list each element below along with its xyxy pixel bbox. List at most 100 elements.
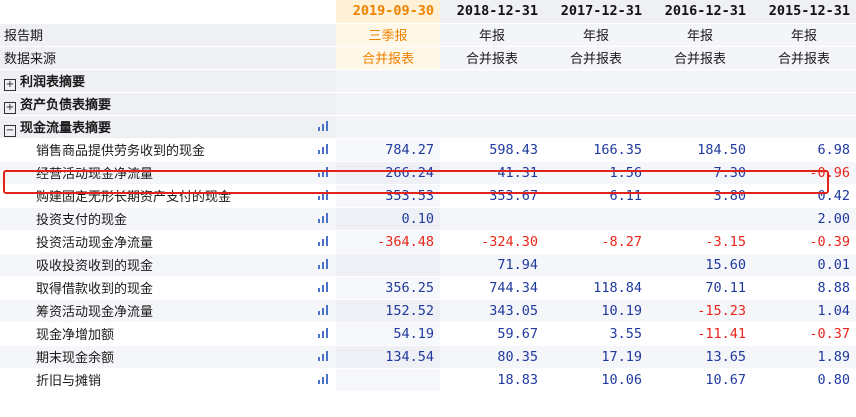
bar-chart-icon[interactable] — [317, 236, 329, 246]
section-label[interactable]: − 现金流量表摘要 — [0, 115, 310, 139]
value-cell: 70.11 — [648, 276, 752, 300]
value-cell: 0.80 — [752, 368, 856, 392]
data-source-cell: 合并报表 — [440, 46, 544, 70]
value-cell: -3.15 — [648, 230, 752, 254]
row-label: 经营活动现金净流量 — [0, 161, 310, 185]
row-label: 现金净增加额 — [0, 322, 310, 346]
period-date-header[interactable]: 2018-12-31 — [440, 0, 544, 24]
table-row: 取得借款收到的现金 356.25 744.34 118.84 70.11 8.88 — [0, 276, 856, 300]
section-label[interactable]: + 资产负债表摘要 — [0, 92, 310, 116]
section-chart-cell — [310, 92, 336, 116]
row-chart-cell[interactable] — [310, 230, 336, 254]
section-title: 现金流量表摘要 — [20, 120, 112, 136]
table-row: 筹资活动现金净流量 152.52 343.05 10.19 -15.23 1.04 — [0, 299, 856, 323]
period-date-header[interactable]: 2015-12-31 — [752, 0, 856, 24]
section-fill-cell — [440, 92, 544, 116]
bar-chart-icon[interactable] — [317, 328, 329, 338]
section-fill-cell — [752, 115, 856, 139]
value-cell — [440, 207, 544, 231]
section-row[interactable]: + 资产负债表摘要 — [0, 92, 856, 116]
chart-col-blank — [310, 46, 336, 70]
value-cell: 152.52 — [336, 299, 440, 323]
row-label: 期末现金余额 — [0, 345, 310, 369]
value-cell: 8.88 — [752, 276, 856, 300]
value-cell: 744.34 — [440, 276, 544, 300]
minus-box-icon[interactable]: − — [4, 124, 16, 137]
value-cell: -15.23 — [648, 299, 752, 323]
row-chart-cell[interactable] — [310, 207, 336, 231]
table-row: 现金净增加额 54.19 59.67 3.55 -11.41 -0.37 — [0, 322, 856, 346]
section-fill-cell — [648, 115, 752, 139]
value-cell: 343.05 — [440, 299, 544, 323]
data-source-row: 数据来源 合并报表 合并报表 合并报表 合并报表 合并报表 — [0, 46, 856, 70]
value-cell: 6.11 — [544, 184, 648, 208]
report-type-cell: 年报 — [752, 23, 856, 47]
bar-chart-icon[interactable] — [317, 374, 329, 384]
section-fill-cell — [752, 92, 856, 116]
value-cell: 3.80 — [648, 184, 752, 208]
header-row: 2019-09-30 2018-12-31 2017-12-31 2016-12-31… — [0, 0, 856, 24]
section-fill-cell — [440, 115, 544, 139]
bar-chart-icon[interactable] — [317, 144, 329, 154]
table-row: 吸收投资收到的现金 71.94 15.60 0.01 — [0, 253, 856, 277]
row-label: 筹资活动现金净流量 — [0, 299, 310, 323]
financial-summary-table: 2019-09-30 2018-12-31 2017-12-31 2016-12-31… — [0, 0, 856, 392]
row-label: 投资活动现金净流量 — [0, 230, 310, 254]
value-cell: 0.42 — [752, 184, 856, 208]
value-cell: 0.10 — [336, 207, 440, 231]
section-row[interactable]: + 利润表摘要 — [0, 69, 856, 93]
row-chart-cell[interactable] — [310, 253, 336, 277]
bar-chart-icon[interactable] — [317, 121, 329, 131]
value-cell: 13.65 — [648, 345, 752, 369]
plus-box-icon[interactable]: + — [4, 101, 16, 114]
table-row: 期末现金余额 134.54 80.35 17.19 13.65 1.89 — [0, 345, 856, 369]
period-date-header[interactable]: 2017-12-31 — [544, 0, 648, 24]
value-cell: 134.54 — [336, 345, 440, 369]
data-source-label: 数据来源 — [0, 46, 310, 70]
bar-chart-icon[interactable] — [317, 259, 329, 269]
row-chart-cell[interactable] — [310, 138, 336, 162]
row-chart-cell[interactable] — [310, 345, 336, 369]
bar-chart-icon[interactable] — [317, 351, 329, 361]
chart-col-blank — [310, 23, 336, 47]
value-cell: 184.50 — [648, 138, 752, 162]
value-cell: -364.48 — [336, 230, 440, 254]
bar-chart-icon[interactable] — [317, 167, 329, 177]
header-blank — [310, 0, 336, 24]
plus-box-icon[interactable]: + — [4, 78, 16, 91]
row-chart-cell[interactable] — [310, 299, 336, 323]
bar-chart-icon[interactable] — [317, 282, 329, 292]
section-label[interactable]: + 利润表摘要 — [0, 69, 310, 93]
section-fill-cell — [752, 69, 856, 93]
row-chart-cell[interactable] — [310, 161, 336, 185]
table-row: 折旧与摊销 18.83 10.06 10.67 0.80 — [0, 368, 856, 392]
value-cell: 784.27 — [336, 138, 440, 162]
row-chart-cell[interactable] — [310, 368, 336, 392]
period-date-header[interactable]: 2016-12-31 — [648, 0, 752, 24]
section-row[interactable]: − 现金流量表摘要 — [0, 115, 856, 139]
row-chart-cell[interactable] — [310, 276, 336, 300]
bar-chart-icon[interactable] — [317, 305, 329, 315]
value-cell: -0.96 — [752, 161, 856, 185]
data-source-cell: 合并报表 — [544, 46, 648, 70]
row-label: 折旧与摊销 — [0, 368, 310, 392]
row-chart-cell[interactable] — [310, 322, 336, 346]
value-cell: 598.43 — [440, 138, 544, 162]
report-period-row: 报告期 三季报 年报 年报 年报 年报 — [0, 23, 856, 47]
table-row: 购建固定无形长期资产支付的现金 353.53 353.67 6.11 3.80 0.42 — [0, 184, 856, 208]
table-row: 经营活动现金净流量 266.24 41.31 1.56 7.30 -0.96 — [0, 161, 856, 185]
bar-chart-icon[interactable] — [317, 213, 329, 223]
value-cell: -0.39 — [752, 230, 856, 254]
value-cell: 1.56 — [544, 161, 648, 185]
bar-chart-icon[interactable] — [317, 190, 329, 200]
section-fill-cell — [440, 69, 544, 93]
value-cell — [648, 207, 752, 231]
value-cell: 353.53 — [336, 184, 440, 208]
period-date-header[interactable]: 2019-09-30 — [336, 0, 440, 24]
section-fill-cell — [648, 69, 752, 93]
section-title: 资产负债表摘要 — [20, 97, 112, 113]
value-cell: 18.83 — [440, 368, 544, 392]
value-cell: 353.67 — [440, 184, 544, 208]
row-label: 销售商品提供劳务收到的现金 — [0, 138, 310, 162]
row-chart-cell[interactable] — [310, 184, 336, 208]
